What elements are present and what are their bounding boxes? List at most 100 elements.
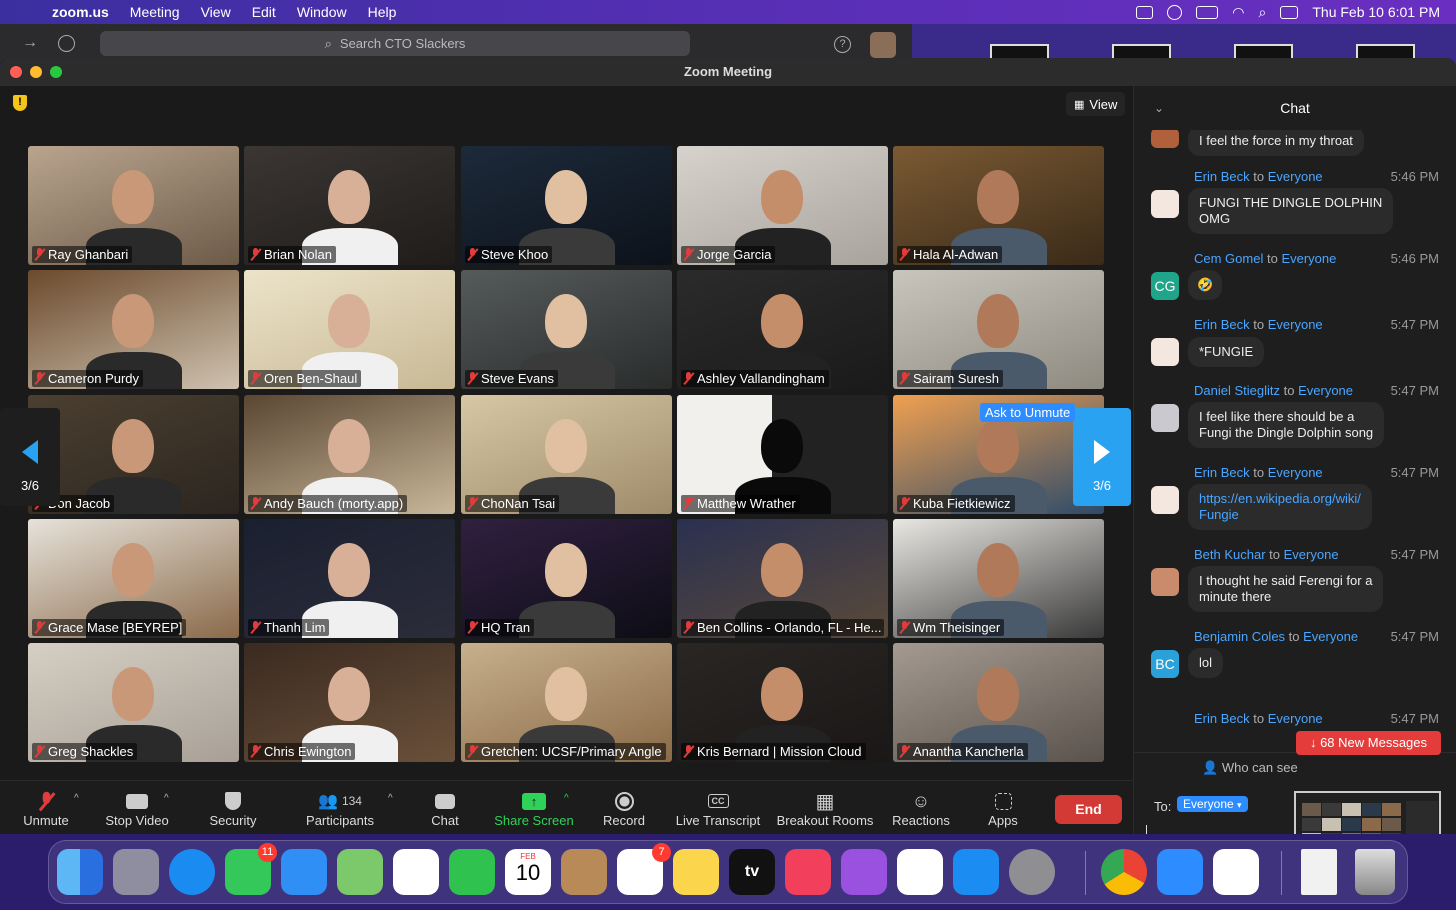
participant-video-tile[interactable]: Grace Mase [BEYREP]: [28, 519, 239, 638]
participants-button[interactable]: 👥 134 Participants: [300, 789, 380, 828]
participant-video-tile[interactable]: Oren Ben-Shaul: [244, 270, 455, 389]
participant-video-tile[interactable]: Thanh Lim: [244, 519, 455, 638]
participant-video-tile[interactable]: Andy Bauch (morty.app): [244, 395, 455, 514]
chat-messages[interactable]: I feel the force in my throat Erin Beck …: [1134, 130, 1456, 730]
ask-to-unmute-button[interactable]: Ask to Unmute: [980, 403, 1076, 422]
sender-name[interactable]: Erin Beck: [1194, 169, 1250, 184]
previous-page-button[interactable]: 3/6: [0, 408, 60, 506]
messages-icon[interactable]: 11: [225, 843, 277, 895]
audio-options-caret-icon[interactable]: ^: [74, 793, 79, 804]
live-transcript-button[interactable]: CC Live Transcript: [672, 789, 764, 828]
share-screen-button[interactable]: ↑ Share Screen: [493, 789, 575, 828]
menu-window[interactable]: Window: [297, 4, 347, 20]
participant-video-tile[interactable]: Brian Nolan: [244, 146, 455, 265]
share-options-caret-icon[interactable]: ^: [564, 793, 569, 804]
mail-icon[interactable]: [281, 849, 327, 895]
music-icon[interactable]: [785, 849, 831, 895]
apps-button[interactable]: Apps: [984, 789, 1022, 828]
encryption-shield-icon[interactable]: !: [13, 95, 27, 111]
news-icon[interactable]: [897, 849, 943, 895]
recipient-dropdown[interactable]: Everyone ▾: [1177, 796, 1248, 812]
minimize-window-button[interactable]: [30, 66, 42, 78]
wifi-icon[interactable]: ◠: [1232, 4, 1244, 21]
sender-name[interactable]: Benjamin Coles: [1194, 629, 1285, 644]
breakout-rooms-button[interactable]: ▦ Breakout Rooms: [776, 789, 874, 829]
chat-button[interactable]: Chat: [425, 789, 465, 828]
battery-icon[interactable]: [1196, 5, 1219, 19]
calendar-icon[interactable]: FEB 10: [505, 849, 551, 895]
participant-video-tile[interactable]: Kris Bernard | Mission Cloud: [677, 643, 888, 762]
menu-clock[interactable]: Thu Feb 10 6:01 PM: [1312, 4, 1440, 20]
window-thumbnail[interactable]: [1112, 44, 1171, 58]
slack-icon[interactable]: [1213, 849, 1259, 895]
maps-icon[interactable]: [337, 849, 383, 895]
participant-video-tile[interactable]: Ashley Vallandingham: [677, 270, 888, 389]
zoom-status-icon[interactable]: [1136, 5, 1154, 19]
window-thumbnail[interactable]: [1356, 44, 1415, 58]
sender-name[interactable]: Erin Beck: [1194, 711, 1250, 726]
avatar[interactable]: [870, 32, 896, 58]
apple-tv-icon[interactable]: tv: [729, 849, 775, 895]
slack-search-bar[interactable]: ⌕ Search CTO Slackers: [100, 31, 690, 56]
participant-video-tile[interactable]: Anantha Kancherla: [893, 643, 1104, 762]
participant-video-tile[interactable]: Chris Ewington: [244, 643, 455, 762]
notes-icon[interactable]: [673, 849, 719, 895]
reminders-icon[interactable]: 7: [617, 843, 671, 895]
control-center-icon[interactable]: [1280, 5, 1299, 19]
screen-preview-thumbnail[interactable]: [1294, 791, 1441, 834]
chat-link-message[interactable]: https://en.wikipedia.org/wiki/Fungie: [1188, 484, 1372, 530]
participant-video-tile[interactable]: Wm Theisinger: [893, 519, 1104, 638]
facetime-icon[interactable]: [449, 849, 495, 895]
window-thumbnail[interactable]: [990, 44, 1049, 58]
participant-video-tile[interactable]: Cameron Purdy: [28, 270, 239, 389]
menu-view[interactable]: View: [201, 4, 231, 20]
end-meeting-button[interactable]: End: [1055, 795, 1122, 824]
photos-icon[interactable]: [393, 849, 439, 895]
unmute-button[interactable]: Unmute: [18, 789, 74, 828]
next-page-button[interactable]: 3/6: [1073, 408, 1131, 506]
system-preferences-icon[interactable]: [1009, 849, 1055, 895]
participant-video-tile[interactable]: ChoNan Tsai: [461, 395, 672, 514]
participant-video-tile[interactable]: Steve Khoo: [461, 146, 672, 265]
sender-name[interactable]: Daniel Stieglitz: [1194, 383, 1280, 398]
security-button[interactable]: Security: [203, 789, 263, 828]
app-store-icon[interactable]: [953, 849, 999, 895]
participant-video-tile[interactable]: Ray Ghanbari: [28, 146, 239, 265]
close-window-button[interactable]: [10, 66, 22, 78]
sender-name[interactable]: Beth Kuchar: [1194, 547, 1266, 562]
view-button[interactable]: ▦ View: [1066, 92, 1126, 116]
participant-video-tile[interactable]: Hala Al-Adwan: [893, 146, 1104, 265]
safari-icon[interactable]: [169, 849, 215, 895]
finder-icon[interactable]: [57, 849, 103, 895]
chrome-icon[interactable]: [1101, 849, 1147, 895]
trash-icon[interactable]: [1355, 849, 1395, 895]
participant-video-tile[interactable]: HQ Tran: [461, 519, 672, 638]
contacts-icon[interactable]: [561, 849, 607, 895]
sender-name[interactable]: Erin Beck: [1194, 465, 1250, 480]
participant-video-tile[interactable]: Ben Collins - Orlando, FL - He...: [677, 519, 888, 638]
document-icon[interactable]: [1301, 849, 1337, 895]
user-status-icon[interactable]: [1167, 4, 1183, 20]
window-thumbnail[interactable]: [1234, 44, 1293, 58]
sender-name[interactable]: Cem Gomel: [1194, 251, 1263, 266]
participant-video-tile[interactable]: Greg Shackles: [28, 643, 239, 762]
podcasts-icon[interactable]: [841, 849, 887, 895]
chat-input-field[interactable]: [1146, 825, 1147, 834]
history-icon[interactable]: [58, 35, 75, 52]
collapse-chevron-icon[interactable]: ⌄: [1154, 86, 1164, 130]
participant-video-tile[interactable]: Gretchen: UCSF/Primary Angle: [461, 643, 672, 762]
participants-options-caret-icon[interactable]: ^: [388, 793, 393, 804]
forward-arrow-icon[interactable]: →: [22, 34, 38, 52]
launchpad-icon[interactable]: [113, 849, 159, 895]
menu-help[interactable]: Help: [368, 4, 397, 20]
menu-edit[interactable]: Edit: [252, 4, 276, 20]
menu-app-name[interactable]: zoom.us: [52, 4, 109, 20]
zoom-icon[interactable]: [1157, 849, 1203, 895]
menu-meeting[interactable]: Meeting: [130, 4, 180, 20]
participant-video-tile[interactable]: Jorge Garcia: [677, 146, 888, 265]
participant-video-tile[interactable]: Sairam Suresh: [893, 270, 1104, 389]
stop-video-button[interactable]: Stop Video: [100, 789, 174, 828]
spotlight-search-icon[interactable]: ⌕: [1259, 4, 1267, 21]
who-can-see-link[interactable]: 👤 Who can see: [1202, 760, 1298, 776]
zoom-window-button[interactable]: [50, 66, 62, 78]
